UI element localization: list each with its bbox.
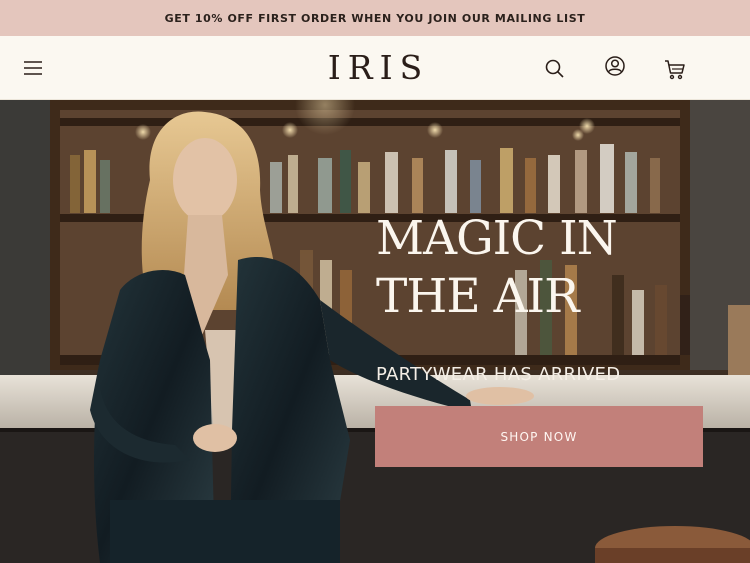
search-icon[interactable] (543, 57, 567, 81)
site-header: IRIS (0, 36, 750, 100)
shop-now-button[interactable]: SHOP NOW (375, 406, 703, 467)
hero-image (0, 100, 750, 563)
hero-headline: MAGIC IN THE AIR (376, 210, 736, 326)
hero-banner[interactable]: MAGIC IN THE AIR PARTYWEAR HAS ARRIVED S… (0, 100, 750, 563)
site-logo[interactable]: IRIS (0, 48, 750, 88)
headline-line-1: MAGIC IN (376, 211, 618, 266)
promo-bar[interactable]: GET 10% OFF FIRST ORDER WHEN YOU JOIN OU… (0, 0, 750, 36)
cart-icon[interactable] (663, 58, 687, 82)
user-icon[interactable] (603, 54, 627, 78)
promo-text[interactable]: GET 10% OFF FIRST ORDER WHEN YOU JOIN OU… (165, 12, 586, 25)
headline-line-2: THE AIR (376, 269, 579, 324)
hero-subhead: PARTYWEAR HAS ARRIVED (376, 364, 621, 385)
